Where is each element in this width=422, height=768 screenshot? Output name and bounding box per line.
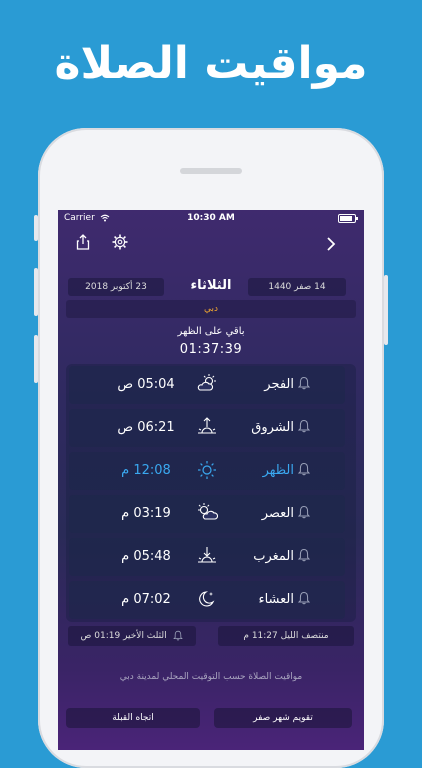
sunrise-icon [198, 417, 216, 434]
remaining-label: باقي على الظهر [177, 326, 245, 337]
prayer-row-maghrib[interactable]: المغرب 05:48 م [66, 536, 356, 578]
bell-icon[interactable] [173, 630, 184, 641]
phone-volume-down [34, 335, 38, 383]
moon-star-icon [199, 591, 215, 607]
city-label[interactable]: دبي [66, 300, 356, 318]
prayer-row-fajr[interactable]: الفجر 05:04 ص [66, 364, 356, 406]
status-bar: Carrier 10:30 AM [58, 210, 364, 226]
prayer-time: 07:02 م [121, 592, 171, 607]
cloud-sun-icon [197, 374, 216, 391]
phone-speaker [180, 168, 242, 174]
last-third-night: الثلث الأخير 01:19 ص [68, 626, 196, 646]
phone-side-button [34, 215, 38, 241]
prayer-list: الفجر 05:04 ص الشروق 06:21 ص الظهر 12:08… [66, 364, 356, 622]
bell-icon[interactable] [298, 591, 310, 605]
sun-cloud-icon [198, 503, 218, 520]
bell-icon[interactable] [298, 376, 310, 390]
sunset-icon [198, 547, 216, 563]
weekday-title: الثلاثاء [190, 278, 232, 293]
phone-volume-up [34, 268, 38, 316]
remaining-countdown: 01:37:39 [179, 342, 243, 357]
gregorian-date: 23 أكتوبر 2018 [68, 278, 164, 296]
midnight-label: منتصف الليل 11:27 م [218, 626, 354, 646]
prayer-time: 05:48 م [121, 549, 171, 564]
last-third-text: الثلث الأخير 01:19 ص [80, 631, 167, 641]
status-time: 10:30 AM [187, 213, 235, 223]
qibla-button[interactable]: اتجاه القبلة [66, 708, 200, 728]
sun-icon [198, 461, 216, 479]
prayer-time: 05:04 ص [117, 377, 175, 392]
prayer-name: الظهر [262, 463, 294, 478]
bell-icon[interactable] [298, 462, 310, 476]
next-day-button[interactable] [326, 236, 336, 255]
phone-power-button [384, 275, 388, 345]
headline: مواقيت الصلاة [54, 38, 368, 89]
prayer-name: العشاء [258, 592, 294, 607]
app-screen: Carrier 10:30 AM 23 أكتوبر 2018 الثلاثاء… [58, 210, 364, 750]
prayer-time: 03:19 م [121, 506, 171, 521]
chevron-right-icon [327, 237, 336, 251]
hijri-date: 14 صفر 1440 [248, 278, 346, 296]
prayer-row-asr[interactable]: العصر 03:19 م [66, 493, 356, 535]
share-icon [76, 234, 90, 250]
prayer-row-isha[interactable]: العشاء 07:02 م [66, 579, 356, 621]
bell-icon[interactable] [298, 548, 310, 562]
prayer-time: 12:08 م [121, 463, 171, 478]
share-button[interactable] [76, 234, 90, 254]
prayer-time: 06:21 ص [117, 420, 175, 435]
month-calendar-button[interactable]: تقويم شهر صفر [214, 708, 352, 728]
settings-button[interactable] [112, 234, 128, 254]
gear-icon [112, 234, 128, 250]
battery-icon [338, 214, 358, 223]
prayer-row-dhuhr[interactable]: الظهر 12:08 م [66, 450, 356, 492]
bell-icon[interactable] [298, 419, 310, 433]
prayer-row-sunrise[interactable]: الشروق 06:21 ص [66, 407, 356, 449]
footnote: مواقيت الصلاة حسب التوقيت المحلي لمدينة … [119, 672, 303, 682]
bell-icon[interactable] [298, 505, 310, 519]
